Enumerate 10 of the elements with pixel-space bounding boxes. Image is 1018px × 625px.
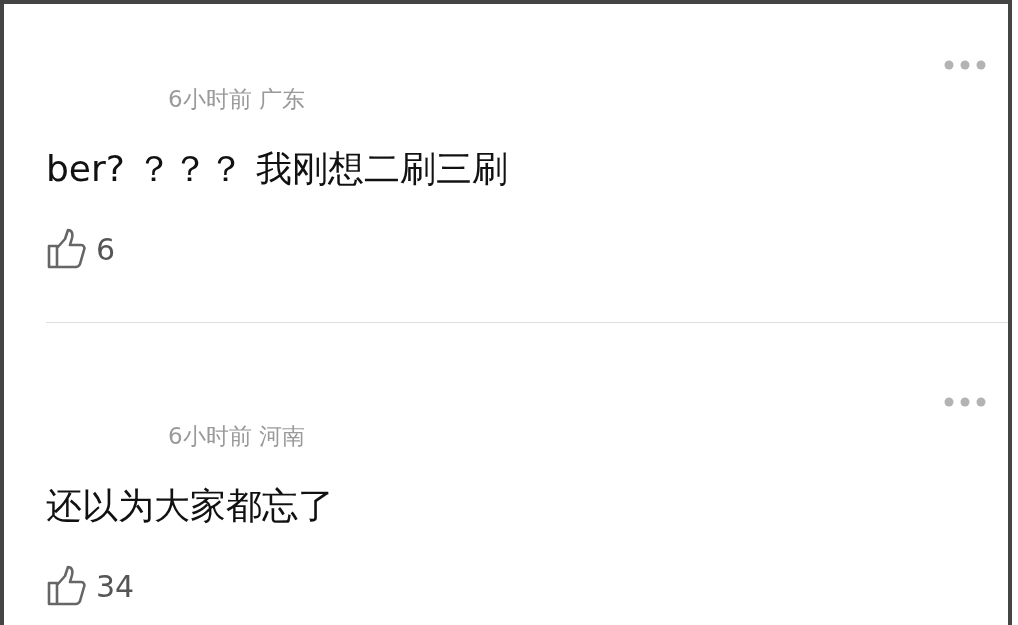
like-button[interactable]: 6 bbox=[46, 228, 116, 270]
like-button[interactable]: 34 bbox=[46, 565, 135, 607]
more-icon[interactable] bbox=[944, 397, 986, 407]
comment-meta: 6小时前 河南 bbox=[168, 422, 305, 450]
comment-text: ber? ？？？ 我刚想二刷三刷 bbox=[46, 148, 509, 190]
comment-meta: 6小时前 广东 bbox=[168, 85, 305, 113]
thumbs-up-icon bbox=[46, 228, 86, 270]
more-icon[interactable] bbox=[944, 60, 986, 70]
thumbs-up-icon bbox=[46, 565, 86, 607]
comment-text: 还以为大家都忘了 bbox=[46, 485, 335, 527]
